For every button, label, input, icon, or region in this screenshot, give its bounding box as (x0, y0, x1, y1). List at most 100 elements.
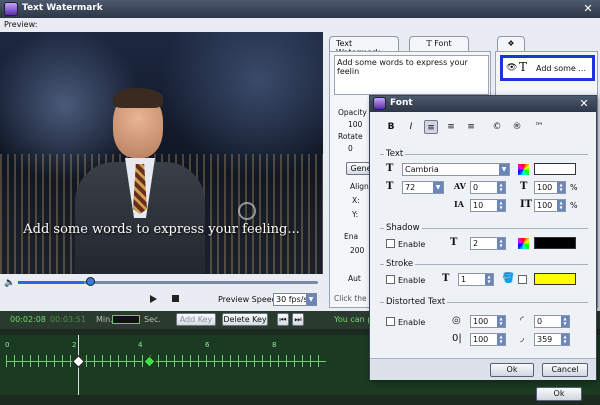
stroke-group: Stroke Enable T 1 ▲ ▼ 🪣 (380, 259, 588, 292)
watermark-text-input[interactable]: Add some words to express your feelin (334, 55, 489, 95)
stroke-width-field[interactable]: 1 ▲ ▼ (458, 273, 494, 286)
seek-bar: 🔈 (0, 276, 323, 290)
delete-key-button[interactable]: Delete Key (222, 313, 268, 326)
font-size-select[interactable]: 72 ▼ (402, 181, 444, 194)
align-right-button[interactable]: ≡ (464, 120, 478, 134)
distort-enable-checkbox[interactable] (386, 317, 395, 326)
watermark-text-overlay[interactable]: Add some words to express your feeling..… (0, 222, 323, 237)
horizontal-scale-field[interactable]: 100 ▲ ▼ (534, 181, 566, 194)
volume-icon[interactable]: 🔈 (4, 278, 15, 288)
tab-font[interactable]: T Font (409, 36, 469, 51)
spinner-icon[interactable]: ▲ ▼ (497, 200, 505, 211)
drag-handle[interactable] (238, 202, 256, 220)
spinner-icon[interactable]: ▲ ▼ (557, 182, 565, 193)
font-dialog-title-bar: Font ✕ (370, 96, 596, 112)
shadow-group: Shadow Enable T 2 ▲ ▼ (380, 223, 588, 256)
main-ok-button[interactable]: Ok (536, 387, 582, 401)
color-palette-icon[interactable] (518, 238, 529, 249)
align-center-button[interactable]: ≡ (444, 120, 458, 134)
font-cancel-button[interactable]: Cancel (542, 363, 588, 377)
layer-item-label: Add some ... (536, 64, 586, 73)
tab-text-watermark[interactable]: Text Watermark (329, 36, 399, 57)
add-key-button[interactable]: Add Key (176, 313, 216, 326)
distort-a-field[interactable]: 100 ▲ ▼ (470, 315, 506, 328)
stroke-enable-checkbox[interactable] (386, 275, 395, 284)
spinner-icon[interactable]: ▲ ▼ (561, 316, 569, 327)
current-time: 00:02:08 (10, 315, 46, 324)
format-toolbar: B I ≡ ≡ ≡ © ® ™ (384, 120, 584, 136)
rotate-label: Rotate (338, 132, 363, 141)
title-bar: Text Watermark ✕ (0, 0, 600, 18)
line-height-icon: IA (454, 199, 464, 209)
tick-label: 4 (138, 341, 143, 349)
playback-controls: Preview Speed: 30 fps/s ▼ (0, 292, 323, 310)
stroke-color-swatch[interactable] (534, 273, 576, 285)
spinner-icon[interactable]: ▲ ▼ (497, 182, 505, 193)
seek-knob[interactable] (86, 277, 95, 286)
tick-label: 8 (272, 341, 277, 349)
eye-icon[interactable]: 👁 (506, 63, 517, 73)
seek-track[interactable] (18, 281, 318, 284)
window-close-button[interactable]: ✕ (580, 2, 596, 16)
horizontal-scale-icon: T (520, 181, 528, 192)
app-icon (4, 2, 18, 16)
chevron-down-icon[interactable]: ▼ (499, 164, 509, 175)
arc-icon: ◜ (520, 315, 524, 326)
tab-layers[interactable]: ❖ (497, 36, 525, 51)
copyright-button[interactable]: © (490, 120, 504, 134)
letter-spacing-field[interactable]: 0 ▲ ▼ (470, 181, 506, 194)
preview-speed-label: Preview Speed: (218, 295, 280, 304)
align-left-button[interactable]: ≡ (424, 120, 438, 134)
font-t-icon: T (386, 163, 394, 174)
color-palette-icon[interactable] (518, 164, 529, 175)
distort-enable-label: Enable (398, 318, 426, 327)
italic-button[interactable]: I (404, 120, 418, 134)
chevron-down-icon[interactable]: ▼ (433, 182, 443, 193)
text-layer-icon: T (519, 60, 528, 74)
auto-label: Aut (348, 274, 361, 283)
registered-button[interactable]: ® (510, 120, 524, 134)
zoom-slider[interactable] (112, 315, 140, 324)
warp-icon: ◎ (452, 315, 461, 326)
font-ok-button[interactable]: Ok (490, 363, 534, 377)
text-group: Text T Cambria ▼ T 72 ▼ AV 0 ▲ ▼ T 100 ▲ ▼ (380, 149, 588, 218)
preview-speed-select[interactable]: 30 fps/s ▼ (273, 293, 317, 306)
spinner-icon[interactable]: ▲ ▼ (497, 334, 505, 345)
trademark-button[interactable]: ™ (532, 120, 546, 134)
font-dialog-close-button[interactable]: ✕ (576, 97, 592, 111)
shadow-distance-field[interactable]: 2 ▲ ▼ (470, 237, 506, 250)
spinner-icon[interactable]: ▲ ▼ (561, 334, 569, 345)
opacity-value[interactable]: 100 (348, 120, 362, 129)
sec-label: Sec. (144, 315, 161, 324)
vertical-scale-field[interactable]: 100 ▲ ▼ (534, 199, 566, 212)
app-icon (373, 97, 386, 110)
bold-button[interactable]: B (384, 120, 398, 134)
spinner-icon[interactable]: ▲ ▼ (497, 316, 505, 327)
size-value[interactable]: 200 (350, 246, 364, 255)
opacity-label: Opacity (338, 108, 367, 117)
font-name-select[interactable]: Cambria ▼ (402, 163, 510, 176)
shadow-enable-label: Enable (398, 240, 426, 249)
layer-item[interactable]: 👁 T Add some ... (500, 55, 595, 81)
distort-b-field[interactable]: 0 ▲ ▼ (534, 315, 570, 328)
shadow-color-swatch[interactable] (534, 237, 576, 249)
next-key-icon[interactable]: ⏭ (292, 313, 304, 326)
prev-key-icon[interactable]: ⏮ (277, 313, 289, 326)
shadow-group-title: Shadow (384, 223, 422, 233)
chevron-down-icon[interactable]: ▼ (306, 294, 316, 305)
spinner-icon[interactable]: ▲ ▼ (497, 238, 505, 249)
line-height-field[interactable]: 10 ▲ ▼ (470, 199, 506, 212)
shadow-enable-checkbox[interactable] (386, 239, 395, 248)
stroke-enable-label: Enable (398, 276, 426, 285)
spinner-icon[interactable]: ▲ ▼ (485, 274, 493, 285)
stroke-color-checkbox[interactable] (518, 275, 527, 284)
play-icon[interactable] (150, 295, 157, 303)
text-color-swatch[interactable] (534, 163, 576, 175)
distort-d-field[interactable]: 359 ▲ ▼ (534, 333, 570, 346)
spinner-icon[interactable]: ▲ ▼ (557, 200, 565, 211)
stop-icon[interactable] (172, 295, 179, 302)
distort-c-field[interactable]: 100 ▲ ▼ (470, 333, 506, 346)
rotate-value[interactable]: 0 (348, 144, 353, 153)
paint-bucket-icon[interactable]: 🪣 (502, 273, 514, 284)
font-dialog: Font ✕ B I ≡ ≡ ≡ © ® ™ Text T Cambria ▼ … (369, 95, 597, 380)
